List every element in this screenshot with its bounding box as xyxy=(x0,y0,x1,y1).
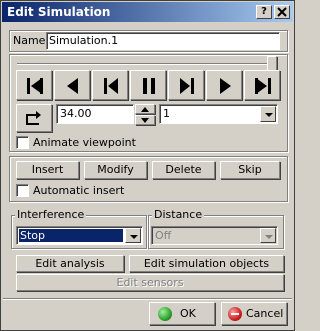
pause-icon xyxy=(143,78,155,94)
distance-dropdown-arrow xyxy=(260,228,276,243)
cancel-label: Cancel xyxy=(246,307,284,320)
sample-select[interactable]: 1 xyxy=(159,104,278,124)
step-value-input[interactable]: 34.00 xyxy=(56,104,134,124)
edit-analysis-button[interactable]: Edit analysis xyxy=(16,255,124,272)
interference-select[interactable]: Stop xyxy=(16,226,143,245)
spin-up-icon xyxy=(141,107,149,112)
close-icon xyxy=(277,7,287,17)
play-backward-icon xyxy=(104,78,118,94)
interference-value: Stop xyxy=(20,229,46,242)
play-forward-button[interactable] xyxy=(168,70,204,100)
step-mode-icon xyxy=(26,111,41,125)
distance-value: Off xyxy=(155,229,172,242)
interference-dropdown-arrow[interactable] xyxy=(125,228,141,243)
delete-button[interactable]: Delete xyxy=(152,161,215,179)
window-title: Edit Simulation xyxy=(7,5,111,19)
help-button[interactable]: ? xyxy=(256,5,272,19)
title-bar[interactable]: Edit Simulation ? xyxy=(2,2,293,22)
distance-select: Off xyxy=(151,226,278,245)
step-backward-button[interactable] xyxy=(54,70,90,100)
help-icon: ? xyxy=(261,6,267,17)
play-backward-button[interactable] xyxy=(92,70,128,100)
automatic-insert-label: Automatic insert xyxy=(33,184,125,197)
sample-value: 1 xyxy=(163,107,170,120)
step-value: 34.00 xyxy=(60,107,92,120)
simulation-slider-track[interactable] xyxy=(17,63,277,65)
step-forward-button[interactable] xyxy=(206,70,242,100)
cancel-button[interactable]: Cancel xyxy=(221,302,287,325)
insert-button[interactable]: Insert xyxy=(16,161,79,179)
close-button[interactable] xyxy=(274,5,290,19)
edit-sensors-button: Edit sensors xyxy=(16,274,284,291)
footer-divider xyxy=(3,298,292,300)
automatic-insert-checkbox[interactable] xyxy=(16,184,29,197)
jump-to-end-icon xyxy=(255,78,271,94)
name-value: Simulation.1 xyxy=(49,34,119,47)
skip-button[interactable]: Skip xyxy=(220,161,280,179)
step-spin-down-button[interactable] xyxy=(135,115,155,125)
jump-to-end-button[interactable] xyxy=(244,70,280,100)
step-backward-icon xyxy=(67,78,78,94)
animate-viewpoint-checkbox[interactable] xyxy=(16,136,29,149)
ok-icon xyxy=(158,307,172,321)
interference-label: Interference xyxy=(15,208,87,221)
edit-simulation-dialog: Edit Simulation ? Name: Simulation.1 34.… xyxy=(0,0,295,331)
sample-dropdown-arrow[interactable] xyxy=(260,106,276,122)
pause-button[interactable] xyxy=(130,70,166,100)
ok-label: OK xyxy=(180,307,196,320)
distance-label: Distance xyxy=(152,208,205,221)
name-label: Name: xyxy=(13,34,50,47)
play-forward-icon xyxy=(180,78,194,94)
step-forward-icon xyxy=(220,78,231,94)
animate-viewpoint-label: Animate viewpoint xyxy=(33,136,136,149)
edit-simulation-objects-button[interactable]: Edit simulation objects xyxy=(129,255,284,272)
modify-button[interactable]: Modify xyxy=(84,161,147,179)
step-spin-up-button[interactable] xyxy=(135,104,155,114)
cancel-icon xyxy=(228,307,242,321)
name-input[interactable]: Simulation.1 xyxy=(46,32,280,50)
jump-to-start-icon xyxy=(27,78,43,94)
spin-down-icon xyxy=(141,118,149,123)
step-mode-button[interactable] xyxy=(16,104,52,132)
jump-to-start-button[interactable] xyxy=(16,70,52,100)
ok-button[interactable]: OK xyxy=(149,302,215,325)
